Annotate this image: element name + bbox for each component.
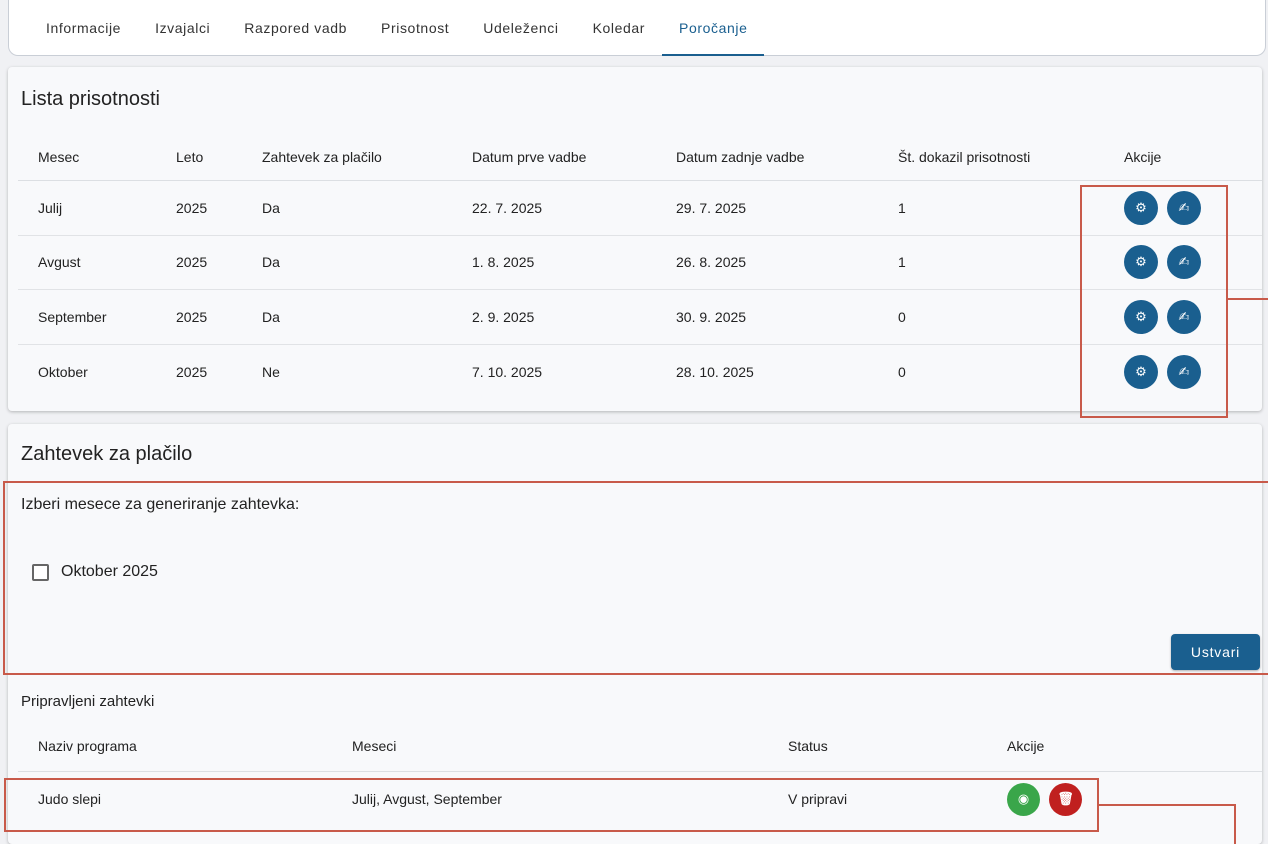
- table-header: Naziv programa Meseci Status Akcije: [18, 720, 1262, 772]
- settings-icon: ⚙: [1135, 199, 1147, 215]
- table-row: Avgust 2025 Da 1. 8. 2025 26. 8. 2025 1 …: [18, 236, 1262, 290]
- col-header: Naziv programa: [38, 737, 137, 754]
- col-header: Zahtevek za plačilo: [262, 148, 382, 165]
- cell-month: Oktober: [38, 363, 88, 380]
- cell-first-date: 1. 8. 2025: [472, 254, 535, 271]
- col-header: Akcije: [1007, 737, 1045, 754]
- col-header: Št. dokazil prisotnosti: [898, 148, 1031, 165]
- cell-payment: Da: [262, 254, 280, 271]
- prepared-requests-title: Pripravljeni zahtevki: [21, 693, 155, 710]
- sign-button[interactable]: ✍: [1167, 354, 1201, 389]
- settings-button[interactable]: ⚙: [1124, 190, 1158, 225]
- tab-porocanje[interactable]: Poročanje: [662, 0, 765, 56]
- settings-icon: ⚙: [1135, 363, 1147, 379]
- sign-button[interactable]: ✍: [1167, 299, 1201, 334]
- col-header: Status: [788, 737, 828, 754]
- tab-razpored-vadb[interactable]: Razpored vadb: [227, 0, 364, 56]
- tab-izvajalci[interactable]: Izvajalci: [138, 0, 227, 56]
- tab-bar: Informacije Izvajalci Razpored vadb Pris…: [8, 0, 1266, 56]
- row-actions: ⚙ ✍: [1124, 299, 1244, 334]
- tab-udelezenci[interactable]: Udeleženci: [466, 0, 575, 56]
- signature-icon: ✍: [1178, 254, 1190, 270]
- tab-prisotnost[interactable]: Prisotnost: [364, 0, 466, 56]
- cell-month: September: [38, 308, 107, 325]
- settings-icon: ⚙: [1135, 254, 1147, 270]
- cell-proofs: 0: [898, 363, 906, 380]
- cell-year: 2025: [176, 363, 208, 380]
- row-actions: ⚙ ✍: [1124, 354, 1244, 389]
- col-header: Datum zadnje vadbe: [676, 148, 805, 165]
- trash-icon: 🗑: [1057, 791, 1074, 806]
- cell-first-date: 22. 7. 2025: [472, 199, 543, 216]
- cell-last-date: 28. 10. 2025: [676, 363, 754, 380]
- checkbox[interactable]: [32, 563, 49, 581]
- sign-button[interactable]: ✍: [1167, 190, 1201, 225]
- attendance-title: Lista prisotnosti: [21, 88, 160, 110]
- cell-months: Julij, Avgust, September: [352, 791, 502, 807]
- select-months-label: Izberi mesece za generiranje zahtevka:: [21, 496, 300, 513]
- cell-year: 2025: [176, 199, 208, 216]
- table-header: Mesec Leto Zahtevek za plačilo Datum prv…: [18, 133, 1262, 181]
- attendance-card: Lista prisotnosti Mesec Leto Zahtevek za…: [8, 67, 1262, 411]
- col-header: Datum prve vadbe: [472, 148, 587, 165]
- col-header: Mesec: [38, 148, 80, 165]
- cell-month: Avgust: [38, 254, 81, 271]
- settings-button[interactable]: ⚙: [1124, 299, 1158, 334]
- settings-icon: ⚙: [1135, 308, 1147, 324]
- signature-icon: ✍: [1178, 308, 1190, 324]
- cell-month: Julij: [38, 199, 63, 216]
- row-actions: ◉ 🗑: [1007, 782, 1082, 816]
- cell-status: V pripravi: [788, 791, 848, 807]
- payment-request-card: Zahtevek za plačilo Izberi mesece za gen…: [8, 424, 1262, 844]
- cell-last-date: 26. 8. 2025: [676, 254, 747, 271]
- table-row: Oktober 2025 Ne 7. 10. 2025 28. 10. 2025…: [18, 345, 1262, 400]
- signature-icon: ✍: [1178, 199, 1190, 215]
- attendance-table: Mesec Leto Zahtevek za plačilo Datum prv…: [18, 133, 1262, 399]
- cell-last-date: 30. 9. 2025: [676, 308, 747, 325]
- cell-year: 2025: [176, 254, 208, 271]
- month-option-oktober-2025[interactable]: Oktober 2025: [32, 563, 158, 581]
- cell-last-date: 29. 7. 2025: [676, 199, 747, 216]
- row-actions: ⚙ ✍: [1124, 190, 1244, 225]
- option-label: Oktober 2025: [61, 563, 158, 580]
- table-row: Judo slepi Julij, Avgust, September V pr…: [18, 772, 1262, 826]
- tab-informacije[interactable]: Informacije: [29, 0, 138, 56]
- row-actions: ⚙ ✍: [1124, 245, 1244, 280]
- payment-request-title: Zahtevek za plačilo: [21, 443, 193, 465]
- delete-button[interactable]: 🗑: [1049, 782, 1082, 816]
- cell-first-date: 2. 9. 2025: [472, 308, 535, 325]
- cell-payment: Da: [262, 199, 280, 216]
- tab-koledar[interactable]: Koledar: [576, 0, 662, 56]
- table-row: Julij 2025 Da 22. 7. 2025 29. 7. 2025 1 …: [18, 181, 1262, 236]
- radio-icon: ◉: [1017, 791, 1030, 806]
- col-header: Akcije: [1124, 148, 1162, 165]
- submit-button[interactable]: ◉: [1007, 782, 1040, 816]
- table-row: September 2025 Da 2. 9. 2025 30. 9. 2025…: [18, 290, 1262, 345]
- cell-proofs: 1: [898, 199, 906, 216]
- cell-payment: Da: [262, 308, 280, 325]
- signature-icon: ✍: [1178, 363, 1190, 379]
- cell-program: Judo slepi: [38, 791, 102, 807]
- cell-year: 2025: [176, 308, 208, 325]
- cell-proofs: 0: [898, 308, 906, 325]
- cell-payment: Ne: [262, 363, 280, 380]
- settings-button[interactable]: ⚙: [1124, 354, 1158, 389]
- col-header: Leto: [176, 148, 204, 165]
- create-button[interactable]: Ustvari: [1171, 634, 1260, 670]
- sign-button[interactable]: ✍: [1167, 245, 1201, 280]
- settings-button[interactable]: ⚙: [1124, 245, 1158, 280]
- prepared-requests-table: Naziv programa Meseci Status Akcije Judo…: [18, 720, 1262, 826]
- cell-first-date: 7. 10. 2025: [472, 363, 543, 380]
- cell-proofs: 1: [898, 254, 906, 271]
- col-header: Meseci: [352, 737, 397, 754]
